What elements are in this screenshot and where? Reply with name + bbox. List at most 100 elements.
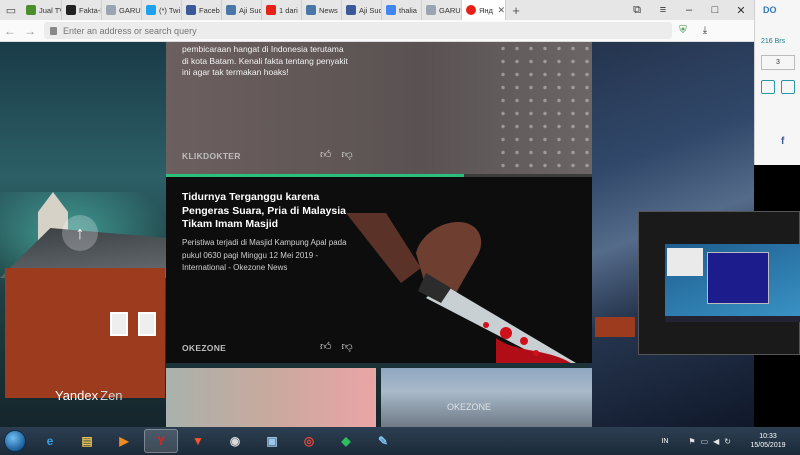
- card-source: OKEZONE: [182, 343, 227, 353]
- paint-icon[interactable]: ✎: [366, 429, 400, 453]
- windows-taskbar: e ▤ ▶ Y ▼ ◉ ▣ ◎ ◆ ✎ IN ⚑ ▭ ◀ ↻ 10:33 15/05/2019: [0, 427, 800, 455]
- tab-title: GARUD: [439, 5, 461, 15]
- window-switch-icon[interactable]: ⧉: [624, 0, 650, 20]
- language-indicator[interactable]: IN: [661, 438, 668, 445]
- screen-capture-icon[interactable]: ◎: [292, 429, 326, 453]
- yandex-zen-logo: Yandex Zen: [55, 388, 123, 403]
- sync-icon[interactable]: ↻: [724, 437, 731, 446]
- google-icon: [386, 5, 396, 15]
- media-player-icon[interactable]: ▶: [107, 429, 141, 453]
- scroll-up-button[interactable]: ↑: [62, 215, 98, 251]
- tab-title: Jual TV: [39, 5, 61, 15]
- red-cabin: [595, 317, 635, 337]
- tab-title: Aji Sud: [239, 5, 261, 15]
- minimize-button[interactable]: –: [676, 0, 702, 20]
- folder-icon[interactable]: ▤: [70, 429, 104, 453]
- new-tab-button[interactable]: +: [506, 0, 526, 20]
- close-button[interactable]: ✕: [728, 0, 754, 20]
- card-source: KLIKDOKTER: [182, 151, 241, 161]
- back-arrow-icon[interactable]: ←: [0, 24, 20, 38]
- flag-icon[interactable]: ⚑: [688, 437, 695, 446]
- card-snippet: pembicaraan hangat di Indonesia terutama…: [182, 44, 348, 77]
- page-icon: [106, 5, 116, 15]
- knife-illustration: [346, 213, 576, 363]
- system-tray: IN ⚑ ▭ ◀ ↻ 10:33 15/05/2019: [661, 427, 800, 455]
- vk-icon: [306, 5, 316, 15]
- browser-tab[interactable]: News: [302, 0, 342, 20]
- network-icon[interactable]: ▣: [255, 429, 289, 453]
- browser-tab[interactable]: 1 dari: [262, 0, 302, 20]
- active-browser-tab[interactable]: Яндек ✕: [462, 0, 506, 20]
- close-tab-icon[interactable]: ✕: [497, 5, 505, 16]
- clock[interactable]: 10:33 15/05/2019: [736, 432, 800, 450]
- network-tray-icon[interactable]: ▭: [701, 437, 709, 446]
- tab-title: Aji Sud: [359, 5, 381, 15]
- card-image: [496, 42, 592, 174]
- thumbs-down-icon[interactable]: 👎︎: [342, 340, 353, 353]
- ie-icon[interactable]: e: [33, 429, 67, 453]
- preview-window: [667, 248, 703, 276]
- maximize-button[interactable]: □: [702, 0, 728, 20]
- twitter-icon: [146, 5, 156, 15]
- page-icon: [426, 5, 436, 15]
- news-card[interactable]: Tidurnya Terganggu karena Pengeras Suara…: [166, 177, 592, 363]
- browser-tab[interactable]: GARUD: [102, 0, 142, 20]
- store-icon: [26, 5, 36, 15]
- download-icon[interactable]: ⤓: [694, 25, 716, 36]
- brave-icon[interactable]: ▼: [181, 429, 215, 453]
- tab-title: Faceb: [199, 5, 220, 15]
- house-window: [138, 312, 156, 336]
- tab-title: GARUD: [119, 5, 141, 15]
- browser-tab[interactable]: GARUD: [422, 0, 462, 20]
- facebook-icon: [346, 5, 356, 15]
- tab-title: Fakta-H: [79, 5, 101, 15]
- bookmark-icon[interactable]: [781, 80, 795, 94]
- news-card-image[interactable]: OKEZONE: [381, 368, 592, 427]
- vk-icon: [226, 5, 236, 15]
- browser-tab[interactable]: Aji Sud: [222, 0, 262, 20]
- site-logo-fragment: DO: [763, 5, 777, 15]
- evernote-icon[interactable]: ◆: [329, 429, 363, 453]
- youtube-icon: [266, 5, 276, 15]
- thumbs-down-icon[interactable]: 👎︎: [342, 148, 353, 161]
- card-description: Peristiwa terjadi di Masjid Kampung Apal…: [182, 238, 347, 272]
- news-card[interactable]: pembicaraan hangat di Indonesia terutama…: [166, 42, 592, 174]
- browser-tab[interactable]: Fakta-H: [62, 0, 102, 20]
- preview-dialog: [707, 252, 769, 304]
- volume-icon[interactable]: ◀: [713, 437, 719, 446]
- yandex-icon: [466, 5, 476, 15]
- browser-tab[interactable]: (*) Twi: [142, 0, 182, 20]
- facebook-icon[interactable]: f: [781, 136, 791, 148]
- address-input[interactable]: [63, 25, 623, 36]
- share-icon[interactable]: [761, 80, 775, 94]
- thumbs-up-icon[interactable]: 👍︎: [320, 340, 332, 353]
- preview-taskbar: [665, 316, 800, 322]
- browser-tab[interactable]: Aji Sud: [342, 0, 382, 20]
- forward-arrow-icon[interactable]: →: [20, 24, 40, 38]
- window-preview-thumbnail[interactable]: [638, 211, 800, 355]
- start-button[interactable]: [0, 427, 30, 455]
- card-title[interactable]: Tidurnya Terganggu karena Pengeras Suara…: [182, 191, 357, 232]
- obs-icon[interactable]: ◉: [218, 429, 252, 453]
- clock-date: 15/05/2019: [750, 442, 786, 449]
- windows-orb-icon: [4, 430, 26, 452]
- tab-manager-icon[interactable]: ▭: [0, 0, 22, 20]
- thumbs-up-icon[interactable]: 👍︎: [320, 148, 332, 161]
- browser-tab[interactable]: Jual TV: [22, 0, 62, 20]
- browser-tab-bar: ▭ Jual TV Fakta-H GARUD (*) Twi Faceb Aji Sud…: [0, 0, 754, 20]
- menu-icon[interactable]: ≡: [650, 0, 676, 20]
- news-card-image[interactable]: [166, 368, 376, 427]
- tab-title: Яндек: [479, 5, 493, 15]
- tab-title: 1 dari: [279, 5, 298, 15]
- house-window: [110, 312, 128, 336]
- browser-tab[interactable]: Faceb: [182, 0, 222, 20]
- extension-badge-icon[interactable]: ⛨: [672, 25, 694, 36]
- tab-title: News: [319, 5, 338, 15]
- address-bar[interactable]: [44, 22, 672, 39]
- background-window: DO 216 Brs 3 f: [754, 0, 800, 165]
- page-number[interactable]: 3: [761, 55, 795, 70]
- yandex-browser-icon[interactable]: Y: [144, 429, 178, 453]
- arrow-up-icon: ↑: [75, 222, 85, 243]
- x-logo-icon: [66, 5, 76, 15]
- browser-tab[interactable]: thalia: [382, 0, 422, 20]
